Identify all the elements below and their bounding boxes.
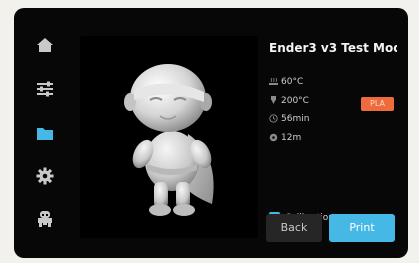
sidebar-nav xyxy=(14,8,72,258)
filament-icon xyxy=(269,133,278,142)
file-name: Ender3 v3 Test Mod... xyxy=(269,41,397,55)
back-button[interactable]: Back xyxy=(266,214,322,242)
sidebar-item-printer[interactable] xyxy=(34,208,56,230)
print-time-value: 56min xyxy=(281,113,310,124)
nozzle-temp-stat: 200°C xyxy=(269,94,309,107)
nozzle-icon xyxy=(269,96,278,105)
sidebar-item-home[interactable] xyxy=(34,34,56,56)
sidebar-item-controls[interactable] xyxy=(34,78,56,100)
sidebar-item-files[interactable] xyxy=(34,122,56,144)
bed-temp-stat: 60°C xyxy=(269,75,303,88)
clock-icon xyxy=(269,114,278,123)
sidebar-item-settings[interactable] xyxy=(34,165,56,187)
material-badge: PLA xyxy=(361,97,394,111)
print-time-stat: 56min xyxy=(269,112,309,125)
3d-model-figure xyxy=(124,64,214,216)
gear-icon xyxy=(36,167,54,185)
printer-screen: Ender3 v3 Test Mod... 60°C 200°C 56min 1… xyxy=(14,8,408,258)
print-button[interactable]: Print xyxy=(329,214,395,242)
bed-temp-icon xyxy=(269,77,278,86)
printer-icon xyxy=(38,211,52,227)
filament-value: 12m xyxy=(281,132,302,143)
sliders-icon xyxy=(37,81,53,97)
folder-icon xyxy=(37,127,53,140)
filament-stat: 12m xyxy=(269,131,301,144)
bed-temp-value: 60°C xyxy=(281,76,304,87)
model-preview xyxy=(80,36,258,238)
home-icon xyxy=(37,38,53,52)
nozzle-temp-value: 200°C xyxy=(281,95,309,106)
